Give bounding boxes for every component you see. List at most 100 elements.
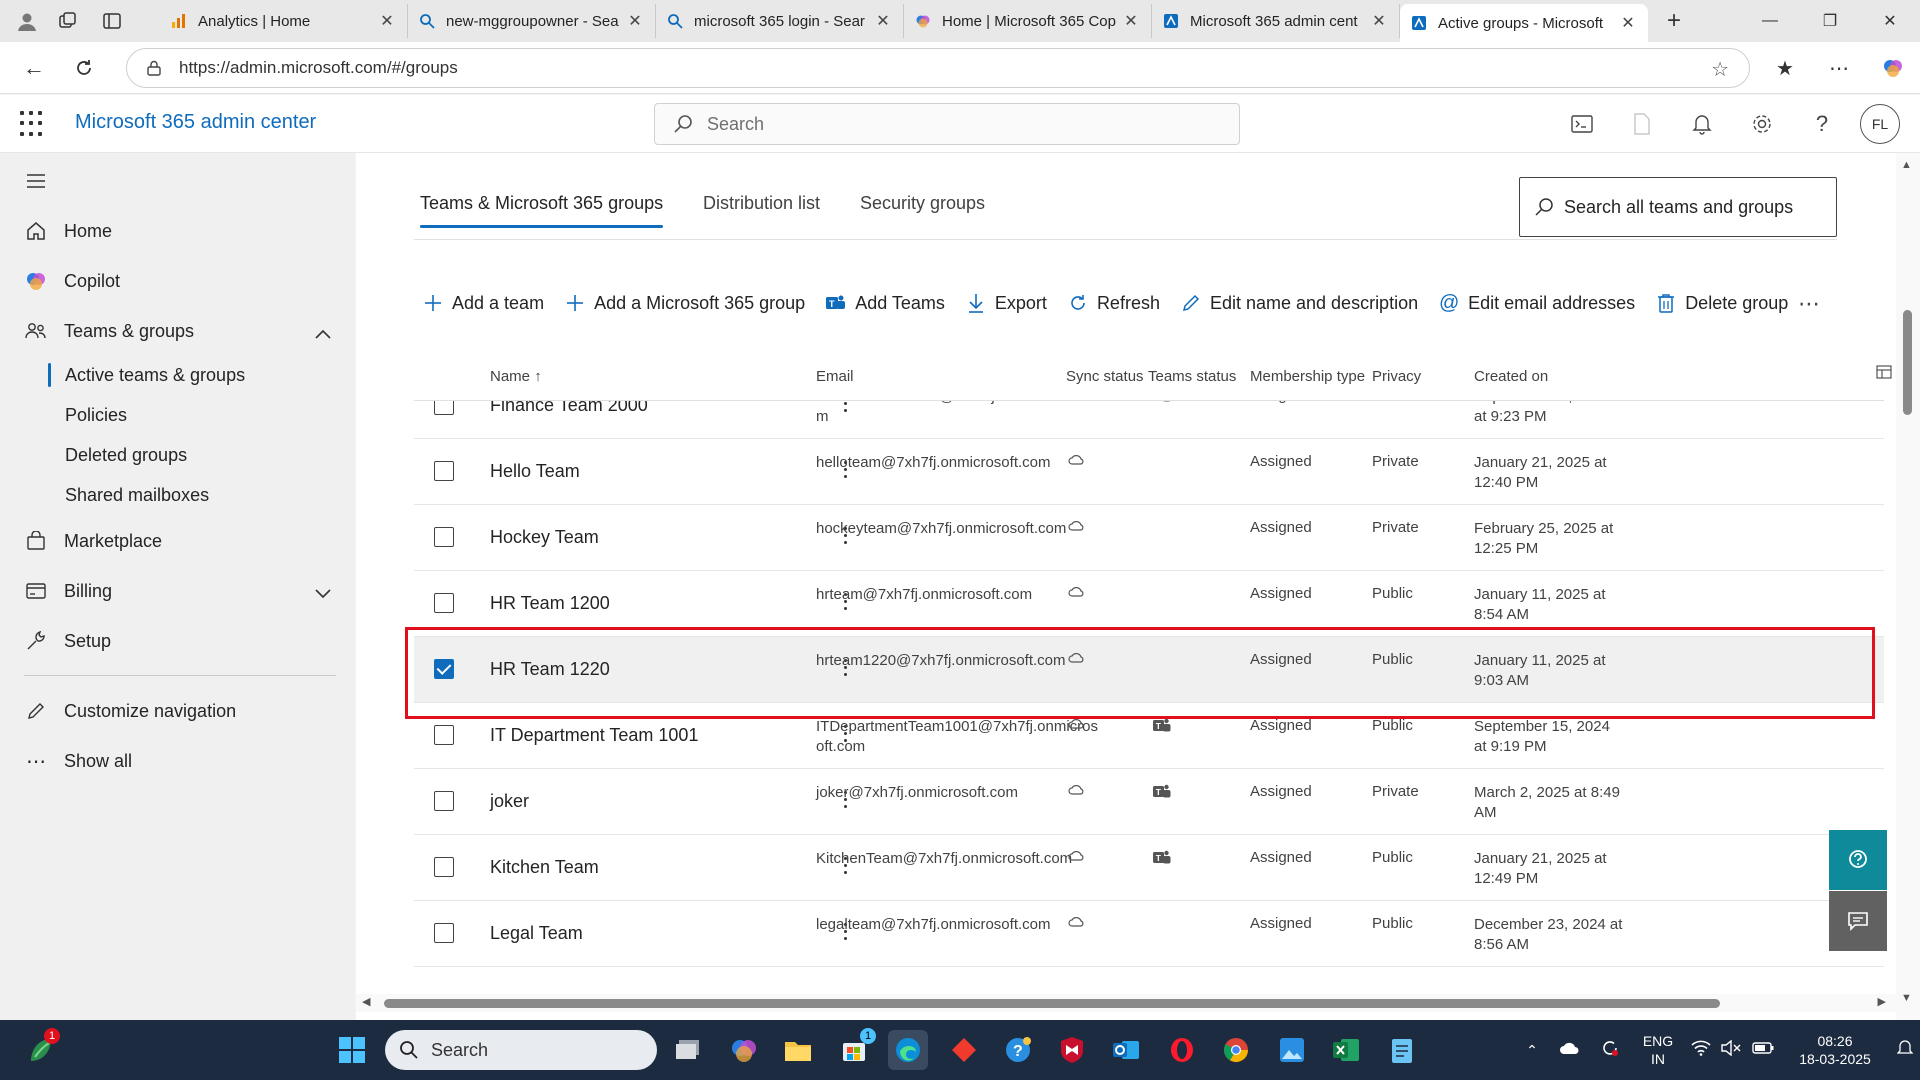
row-checkbox[interactable] — [434, 659, 454, 679]
new-tab-button[interactable]: + — [1654, 4, 1694, 38]
browser-tab[interactable]: Active groups - Microsoft ✕ — [1400, 4, 1648, 42]
horizontal-scroll-thumb[interactable] — [384, 999, 1720, 1008]
group-name[interactable]: HR Team 1200 — [490, 593, 610, 614]
battery-icon[interactable] — [1746, 1041, 1780, 1059]
close-tab-icon[interactable]: ✕ — [377, 11, 397, 31]
chrome-icon[interactable] — [1216, 1030, 1256, 1070]
nav-item-customize-navigation[interactable]: Customize navigation — [0, 689, 355, 733]
copilot-app-icon[interactable] — [724, 1030, 764, 1070]
refresh-browser-button[interactable] — [62, 48, 106, 88]
tab-distribution-list[interactable]: Distribution list — [703, 193, 820, 214]
minimize-button[interactable]: — — [1740, 0, 1800, 42]
notifications-bell-icon[interactable] — [1672, 101, 1732, 147]
nav-item-home[interactable]: Home — [0, 209, 355, 253]
add-team-button[interactable]: Add a team — [422, 292, 544, 314]
nav-collapse-button[interactable] — [0, 159, 355, 203]
row-checkbox[interactable] — [434, 791, 454, 811]
start-button[interactable] — [332, 1030, 372, 1070]
row-checkbox[interactable] — [434, 923, 454, 943]
table-row[interactable]: IT Department Team 1001 ITDepartmentTeam1… — [414, 703, 1884, 769]
nav-item-billing[interactable]: Billing — [0, 569, 355, 613]
row-checkbox[interactable] — [434, 527, 454, 547]
table-row[interactable]: Kitchen Team KitchenTeam@7xh7fj.onmicroso… — [414, 835, 1884, 901]
opera-icon[interactable] — [1162, 1030, 1202, 1070]
search-all-teams-button[interactable]: Search all teams and groups — [1519, 177, 1837, 237]
nav-sub-shared-mailboxes[interactable]: Shared mailboxes — [0, 475, 355, 515]
row-checkbox[interactable] — [434, 593, 454, 613]
scroll-up-icon[interactable]: ▲ — [1901, 159, 1912, 171]
edge-browser-icon[interactable] — [888, 1030, 928, 1070]
row-checkbox[interactable] — [434, 461, 454, 481]
nav-item-copilot[interactable]: Copilot — [0, 259, 355, 303]
column-header-created-on[interactable]: Created on — [1474, 368, 1548, 385]
help-support-button[interactable] — [1829, 830, 1887, 890]
table-row[interactable]: Hello Team helloteam@7xh7fj.onmicrosoft.c… — [414, 439, 1884, 505]
get-help-icon[interactable]: ? — [998, 1030, 1038, 1070]
column-header-teams-status[interactable]: Teams status — [1148, 368, 1236, 385]
tab-security-groups[interactable]: Security groups — [860, 193, 985, 214]
export-button[interactable]: Export — [965, 292, 1047, 314]
close-tab-icon[interactable]: ✕ — [1369, 11, 1389, 31]
group-name[interactable]: HR Team 1220 — [490, 659, 610, 680]
excel-icon[interactable] — [1326, 1030, 1366, 1070]
group-name[interactable]: IT Department Team 1001 — [490, 725, 698, 746]
nav-item-marketplace[interactable]: Marketplace — [0, 519, 355, 563]
feedback-button[interactable] — [1829, 891, 1887, 951]
back-button[interactable]: ← — [12, 48, 56, 88]
security-status-icon[interactable] — [1590, 1038, 1630, 1063]
tab-actions-icon[interactable] — [90, 2, 134, 40]
header-search-input[interactable]: Search — [654, 103, 1240, 145]
group-name[interactable]: Hockey Team — [490, 527, 599, 548]
nav-item-setup[interactable]: Setup — [0, 619, 355, 663]
column-header-sync-status[interactable]: Sync status — [1066, 368, 1144, 385]
browser-tab[interactable]: new-mggroupowner - Sea ✕ — [408, 4, 656, 38]
table-row[interactable]: Legal Team legalteam@7xh7fj.onmicrosoft.c… — [414, 901, 1884, 967]
add-teams-button[interactable]: T Add Teams — [825, 292, 945, 314]
volume-muted-icon[interactable] — [1716, 1039, 1746, 1061]
add-m365-group-button[interactable]: Add a Microsoft 365 group — [564, 292, 805, 314]
table-row[interactable]: joker joker@7xh7fj.onmicrosoft.com T Assign… — [414, 769, 1884, 835]
close-tab-icon[interactable]: ✕ — [1121, 11, 1141, 31]
group-name[interactable]: Finance Team 2000 — [490, 401, 648, 416]
close-tab-icon[interactable]: ✕ — [1618, 13, 1638, 33]
column-header-privacy[interactable]: Privacy — [1372, 368, 1421, 385]
table-row[interactable]: HR Team 1220 hrteam1220@7xh7fj.onmicrosof… — [414, 637, 1884, 703]
show-hidden-icons-button[interactable]: ⌃ — [1514, 1042, 1550, 1059]
maximize-button[interactable]: ❐ — [1800, 0, 1860, 42]
terminal-icon[interactable] — [1552, 101, 1612, 147]
copilot-browser-icon[interactable] — [1866, 48, 1920, 88]
scroll-down-icon[interactable]: ▼ — [1901, 992, 1912, 1004]
taskbar-search-input[interactable]: Search — [385, 1030, 657, 1070]
outlook-icon[interactable] — [1106, 1030, 1146, 1070]
notepad-icon[interactable] — [1382, 1030, 1422, 1070]
mcafee-icon[interactable] — [1052, 1030, 1092, 1070]
help-icon[interactable]: ? — [1792, 101, 1852, 147]
group-name[interactable]: Legal Team — [490, 923, 583, 944]
wifi-icon[interactable] — [1686, 1040, 1716, 1061]
scroll-right-icon[interactable]: ▶ — [1878, 995, 1886, 1008]
browser-menu-icon[interactable]: ⋯ — [1812, 48, 1866, 88]
row-checkbox[interactable] — [434, 857, 454, 877]
tab-teams-groups[interactable]: Teams & Microsoft 365 groups — [420, 193, 664, 228]
red-diamond-app-icon[interactable] — [944, 1030, 984, 1070]
column-settings-icon[interactable] — [1876, 365, 1892, 379]
user-avatar[interactable]: FL — [1860, 104, 1900, 144]
table-row[interactable]: Hockey Team hockeyteam@7xh7fj.onmicrosoft… — [414, 505, 1884, 571]
workspaces-icon[interactable] — [46, 2, 90, 40]
settings-gear-icon[interactable] — [1732, 101, 1792, 147]
row-checkbox[interactable] — [434, 401, 454, 415]
close-tab-icon[interactable]: ✕ — [873, 11, 893, 31]
file-explorer-gallery-icon[interactable] — [668, 1030, 708, 1070]
favorites-icon[interactable]: ★ — [1758, 48, 1812, 88]
photos-icon[interactable] — [1272, 1030, 1312, 1070]
browser-tab[interactable]: Analytics | Home ✕ — [160, 4, 408, 38]
close-tab-icon[interactable]: ✕ — [625, 11, 645, 31]
column-header-email[interactable]: Email — [816, 368, 854, 385]
scroll-left-icon[interactable]: ◀ — [362, 995, 370, 1008]
nav-item-show-all[interactable]: ⋯ Show all — [0, 739, 355, 783]
url-field[interactable]: https://admin.microsoft.com/#/groups ☆ — [126, 48, 1750, 88]
group-name[interactable]: Hello Team — [490, 461, 580, 482]
more-commands-button[interactable]: ⋯ — [1798, 291, 1822, 317]
close-window-button[interactable]: ✕ — [1860, 0, 1920, 42]
row-checkbox[interactable] — [434, 725, 454, 745]
